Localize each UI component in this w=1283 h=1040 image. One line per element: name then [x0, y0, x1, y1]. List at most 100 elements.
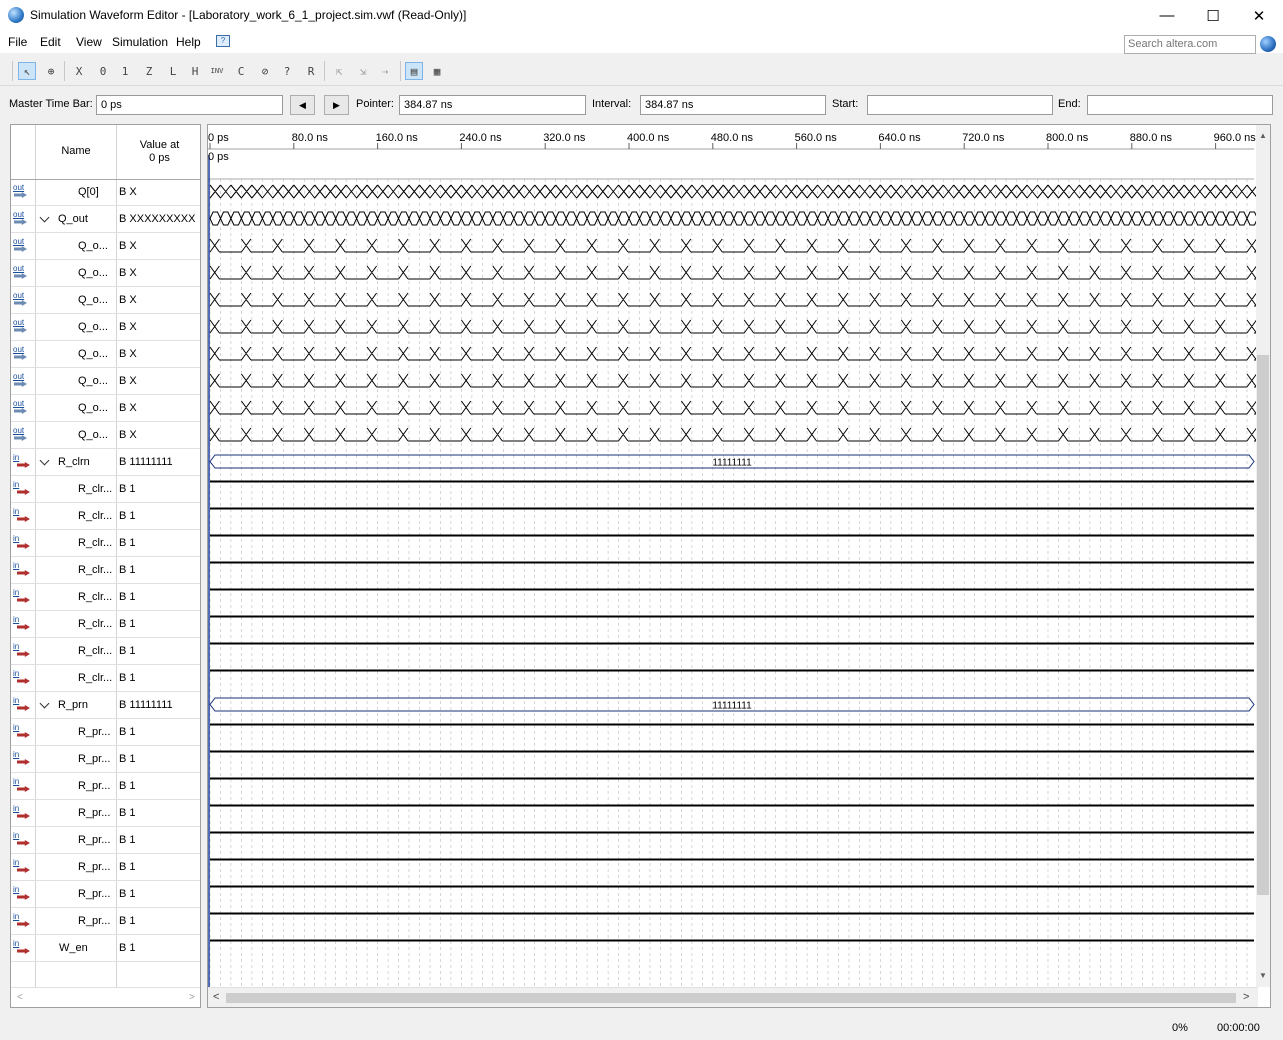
close-button[interactable]: ✕ — [1236, 0, 1282, 31]
pointer-field[interactable]: 384.87 ns — [399, 95, 586, 115]
signal-name[interactable]: R_pr... — [78, 915, 110, 927]
snap-to-grid-icon[interactable]: ⇱ — [330, 62, 348, 80]
signal-name[interactable]: R_clr... — [78, 591, 112, 603]
signal-name[interactable]: Q_out — [58, 213, 88, 225]
weak-high-icon[interactable]: H — [186, 62, 204, 80]
signal-row[interactable]: in R_pr... B 1 — [11, 800, 200, 827]
random-values-icon[interactable]: ? — [278, 62, 296, 80]
signal-row[interactable]: in R_pr... B 1 — [11, 854, 200, 881]
master-time-bar-field[interactable]: 0 ps — [96, 95, 283, 115]
signal-name[interactable]: R_clr... — [78, 564, 112, 576]
vertical-scrollbar[interactable]: ▲ ▼ — [1256, 125, 1270, 987]
previous-transition-button[interactable]: ◀ — [290, 95, 315, 115]
signal-name[interactable]: R_clr... — [78, 510, 112, 522]
signal-row[interactable]: out Q_o... B X — [11, 422, 200, 449]
signal-row[interactable]: in R_prn B 11111111 — [11, 692, 200, 719]
signal-name[interactable]: R_pr... — [78, 861, 110, 873]
signal-row[interactable]: out Q_o... B X — [11, 395, 200, 422]
zoom-tool-icon[interactable]: ⊕ — [42, 62, 60, 80]
invert-icon[interactable]: INV — [208, 62, 226, 80]
signal-name[interactable]: R_pr... — [78, 888, 110, 900]
end-field[interactable] — [1087, 95, 1273, 115]
signal-row[interactable]: out Q_o... B X — [11, 368, 200, 395]
signal-name[interactable]: R_clr... — [78, 537, 112, 549]
value-column-header[interactable]: Value at 0 ps — [117, 139, 200, 165]
count-value-icon[interactable]: C — [232, 62, 250, 80]
dont-care-icon[interactable]: R — [302, 62, 320, 80]
signal-row[interactable]: in R_pr... B 1 — [11, 827, 200, 854]
signal-row[interactable]: in R_clr... B 1 — [11, 530, 200, 557]
signal-row[interactable]: out Q_o... B X — [11, 314, 200, 341]
signal-row[interactable]: in R_clr... B 1 — [11, 557, 200, 584]
signal-name[interactable]: W_en — [59, 942, 88, 954]
signal-row[interactable]: in R_clr... B 1 — [11, 476, 200, 503]
maximize-button[interactable]: ☐ — [1190, 0, 1236, 31]
signal-row[interactable]: in R_clr... B 1 — [11, 638, 200, 665]
signal-name[interactable]: R_pr... — [78, 834, 110, 846]
scroll-up-icon[interactable]: ▲ — [1259, 131, 1267, 140]
signal-row[interactable]: in R_pr... B 1 — [11, 908, 200, 935]
menu-simulation[interactable]: Simulation — [112, 35, 168, 49]
signal-row[interactable]: out Q_out B XXXXXXXXX — [11, 206, 200, 233]
menu-help[interactable]: Help — [176, 35, 201, 49]
feedback-icon[interactable]: ? — [216, 35, 230, 47]
name-column-header[interactable]: Name — [36, 145, 116, 157]
minimize-button[interactable]: — — [1144, 0, 1190, 31]
next-transition-button[interactable]: ▶ — [324, 95, 349, 115]
search-input[interactable]: Search altera.com — [1124, 35, 1256, 54]
signal-name[interactable]: R_prn — [58, 699, 88, 711]
waveform-canvas[interactable]: 11111111 11111111 — [208, 125, 1256, 987]
clock-icon[interactable]: ⊘ — [256, 62, 274, 80]
menu-edit[interactable]: Edit — [40, 35, 61, 49]
grid-view-icon[interactable]: ▤ — [405, 62, 423, 80]
group-icon[interactable]: ▦ — [428, 62, 446, 80]
forcing-low-icon[interactable]: 0 — [94, 62, 112, 80]
weak-low-icon[interactable]: L — [164, 62, 182, 80]
signal-list-scrollbar[interactable]: < > — [11, 987, 200, 1007]
expand-caret-icon[interactable] — [39, 212, 50, 223]
globe-icon[interactable] — [1260, 36, 1276, 52]
vertical-scroll-thumb[interactable] — [1257, 355, 1269, 895]
signal-name[interactable]: Q_o... — [78, 429, 108, 441]
signal-name[interactable]: R_clr... — [78, 645, 112, 657]
signal-row[interactable]: in W_en B 1 — [11, 935, 200, 962]
high-impedance-icon[interactable]: Z — [140, 62, 158, 80]
signal-name[interactable]: R_clr... — [78, 618, 112, 630]
signal-row[interactable]: out Q_o... B X — [11, 233, 200, 260]
signal-name[interactable]: R_clr... — [78, 483, 112, 495]
signal-name[interactable]: Q[0] — [78, 186, 99, 198]
signal-name[interactable]: R_pr... — [78, 807, 110, 819]
forcing-high-icon[interactable]: 1 — [116, 62, 134, 80]
forcing-unknown-icon[interactable]: X — [70, 62, 88, 80]
signal-row[interactable]: in R_clrn B 11111111 — [11, 449, 200, 476]
rearrange-icon[interactable]: ⇢ — [376, 62, 394, 80]
signal-row[interactable]: in R_pr... B 1 — [11, 773, 200, 800]
start-field[interactable] — [867, 95, 1053, 115]
signal-name[interactable]: R_pr... — [78, 753, 110, 765]
expand-caret-icon[interactable] — [39, 455, 50, 466]
sort-icon[interactable]: ⇲ — [354, 62, 372, 80]
horizontal-scroll-thumb[interactable] — [226, 993, 1236, 1003]
signal-name[interactable]: R_clr... — [78, 672, 112, 684]
signal-name[interactable]: R_pr... — [78, 726, 110, 738]
menu-view[interactable]: View — [76, 35, 102, 49]
signal-row[interactable]: in R_pr... B 1 — [11, 746, 200, 773]
signal-row[interactable]: in R_clr... B 1 — [11, 503, 200, 530]
signal-name[interactable]: R_clrn — [58, 456, 90, 468]
scroll-right-icon[interactable]: > — [189, 992, 195, 1003]
signal-row[interactable]: out Q_o... B X — [11, 341, 200, 368]
signal-row[interactable]: in R_clr... B 1 — [11, 584, 200, 611]
selection-tool-icon[interactable]: ↖ — [18, 62, 36, 80]
signal-row[interactable]: out Q[0] B X — [11, 179, 200, 206]
scroll-left-icon[interactable]: < — [213, 991, 219, 1003]
waveform-panel[interactable]: 11111111 11111111 0 ps ▲ ▼ < > 0 ps 80.0 n… — [207, 124, 1271, 1008]
scroll-left-icon[interactable]: < — [17, 992, 23, 1003]
interval-field[interactable]: 384.87 ns — [640, 95, 826, 115]
signal-name[interactable]: Q_o... — [78, 294, 108, 306]
menu-file[interactable]: File — [8, 35, 27, 49]
signal-row[interactable]: out Q_o... B X — [11, 287, 200, 314]
expand-caret-icon[interactable] — [39, 698, 50, 709]
horizontal-scrollbar[interactable]: < > — [208, 987, 1258, 1007]
signal-name[interactable]: R_pr... — [78, 780, 110, 792]
scroll-right-icon[interactable]: > — [1243, 991, 1249, 1003]
